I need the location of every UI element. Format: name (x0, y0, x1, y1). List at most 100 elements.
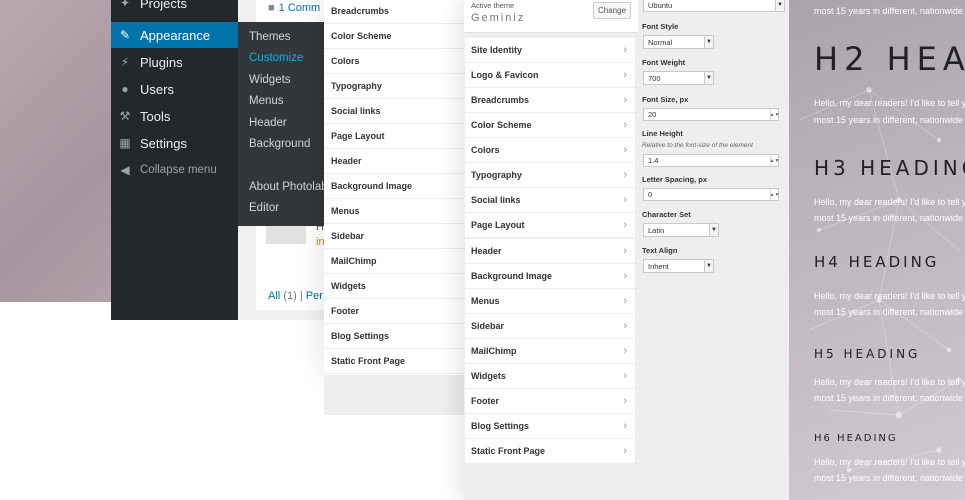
panel-a-section-item[interactable]: Blog Settings (324, 324, 466, 349)
panel-b-section-item[interactable]: Footer › (465, 388, 635, 413)
active-theme-name: Geminiz (471, 12, 526, 24)
comments-link[interactable]: ■ 1 Comm (268, 2, 320, 14)
comment-filter[interactable]: All (1) | Per (268, 290, 323, 302)
spinner-icon[interactable]: ▲▼ (770, 109, 779, 120)
spinner-icon[interactable]: ▲▼ (770, 189, 779, 200)
section-label: Colors (471, 145, 500, 156)
section-label: Background Image (471, 270, 553, 281)
panel-b-section-item[interactable]: Social links › (465, 188, 635, 213)
customizer-panel-a-footer (324, 375, 466, 415)
panel-b-section-item[interactable]: Breadcrumbs › (465, 88, 635, 113)
line-height-label: Line Height (642, 129, 683, 138)
preview-h3-heading: H3 HEADING (814, 156, 965, 180)
sidebar-item-tools[interactable]: ⚒ Tools (111, 103, 238, 129)
sidebar-item-projects[interactable]: ✦ Projects (111, 0, 238, 16)
sidebar-item-users[interactable]: ● Users (111, 76, 238, 102)
font-weight-label: Font Weight (642, 58, 686, 67)
text-align-select[interactable]: Inherit ▼ (643, 259, 714, 273)
panel-b-section-item[interactable]: Colors › (465, 138, 635, 163)
panel-a-section-item[interactable]: Color Scheme (324, 24, 466, 49)
preview-paragraph-line: Hello, my dear readers! I'd like to tell… (814, 457, 965, 467)
font-size-input[interactable]: 20 ▲▼ (643, 108, 779, 121)
section-label: Sidebar (471, 320, 505, 331)
panel-b-section-item[interactable]: Widgets › (465, 363, 635, 388)
font-style-select[interactable]: Normal ▼ (643, 35, 714, 49)
panel-a-section-item[interactable]: Widgets (324, 274, 466, 299)
preview-paragraph-line: most 15 years in different, nationwide f (814, 473, 965, 483)
line-height-input[interactable]: 1.4 ▲▼ (643, 154, 779, 167)
panel-a-section-item[interactable]: Sidebar (324, 224, 466, 249)
panel-b-section-item[interactable]: Menus › (465, 288, 635, 313)
submenu-background[interactable]: Background (249, 138, 310, 150)
preview-h4-heading: H4 HEADING (814, 253, 940, 271)
panel-a-section-item[interactable]: Breadcrumbs (324, 0, 466, 24)
chevron-down-icon: ▼ (775, 0, 784, 11)
panel-b-section-item[interactable]: Background Image › (465, 263, 635, 288)
submenu-customize[interactable]: Customize (249, 52, 303, 64)
panel-b-section-item[interactable]: MailChimp › (465, 338, 635, 363)
panel-a-section-item[interactable]: Page Layout (324, 124, 466, 149)
panel-b-section-item[interactable]: Logo & Favicon › (465, 63, 635, 88)
submenu-header[interactable]: Header (249, 117, 287, 129)
panel-b-section-item[interactable]: Typography › (465, 163, 635, 188)
section-label: Static Front Page (471, 446, 546, 457)
chevron-down-icon: ▼ (704, 260, 713, 272)
section-label: Breadcrumbs (471, 95, 530, 106)
collapse-menu-button[interactable]: ◀ Collapse menu (111, 157, 238, 183)
preview-paragraph-line: Hello, my dear readers! I'd like to tell… (814, 377, 965, 387)
spinner-icon[interactable]: ▲▼ (770, 155, 779, 166)
panel-a-section-item[interactable]: Social links (324, 99, 466, 124)
letter-spacing-input[interactable]: 0 ▲▼ (643, 188, 779, 201)
chevron-right-icon: › (623, 319, 627, 332)
submenu-widgets[interactable]: Widgets (249, 74, 291, 86)
submenu-menus[interactable]: Menus (249, 95, 284, 107)
chevron-right-icon: › (623, 445, 627, 458)
chevron-right-icon: › (623, 194, 627, 207)
collapse-arrow-icon: ◀ (120, 163, 130, 177)
panel-b-section-item[interactable]: Site Identity › (465, 38, 635, 62)
font-weight-select[interactable]: 700 ▼ (643, 71, 714, 85)
panel-a-section-item[interactable]: MailChimp (324, 249, 466, 274)
panel-b-section-item[interactable]: Page Layout › (465, 213, 635, 238)
panel-b-section-item[interactable]: Blog Settings › (465, 414, 635, 439)
preview-paragraph-line: most 15 years in different, nationwide f (814, 115, 965, 125)
panel-a-section-item[interactable]: Typography (324, 74, 466, 99)
chevron-right-icon: › (623, 94, 627, 107)
preview-paragraph-line: most 15 years in different, nationwide f (814, 393, 965, 403)
chevron-right-icon: › (623, 144, 627, 157)
sidebar-item-settings[interactable]: ▦ Settings (111, 130, 238, 156)
filter-pending[interactable]: Per (306, 290, 323, 302)
active-theme-label: Active theme (471, 1, 515, 10)
panel-b-section-item[interactable]: Header › (465, 238, 635, 263)
preview-paragraph-line: most 15 years in different, nationwide f (814, 307, 965, 317)
panel-b-section-item[interactable]: Sidebar › (465, 313, 635, 338)
section-label: Typography (471, 170, 522, 181)
character-set-select[interactable]: Latin ▼ (643, 223, 719, 237)
submenu-editor[interactable]: Editor (249, 202, 279, 214)
chevron-right-icon: › (623, 394, 627, 407)
wrench-icon: ⚒ (119, 109, 131, 123)
panel-a-section-item[interactable]: Menus (324, 199, 466, 224)
panel-b-section-item[interactable]: Static Front Page › (465, 439, 635, 464)
filter-all[interactable]: All (268, 290, 280, 302)
section-label: Page Layout (471, 220, 525, 231)
sidebar-item-appearance[interactable]: ✎ Appearance (111, 22, 238, 48)
submenu-themes[interactable]: Themes (249, 31, 291, 43)
chevron-right-icon: › (623, 169, 627, 182)
chevron-down-icon: ▼ (709, 224, 718, 236)
preview-h6-heading: H6 HEADING (814, 433, 898, 444)
wp-admin-sidebar: ✦ Projects ✎ Appearance ⚡ Plugins ● Users ⚒ T… (111, 0, 238, 320)
section-label: Logo & Favicon (471, 70, 539, 81)
font-family-select[interactable]: Ubuntu ▼ (643, 0, 785, 12)
submenu-about-theme[interactable]: About Photolab (249, 181, 328, 193)
preview-paragraph-line: Hello, my dear readers! I'd like to tell… (814, 197, 965, 207)
panel-a-section-item[interactable]: Static Front Page (324, 349, 466, 374)
panel-a-section-item[interactable]: Colors (324, 49, 466, 74)
change-theme-button[interactable]: Change (593, 2, 631, 19)
panel-a-section-item[interactable]: Header (324, 149, 466, 174)
sidebar-item-plugins[interactable]: ⚡ Plugins (111, 49, 238, 75)
panel-b-section-item[interactable]: Color Scheme › (465, 113, 635, 138)
section-label: Site Identity (471, 45, 523, 55)
panel-a-section-item[interactable]: Footer (324, 299, 466, 324)
panel-a-section-item[interactable]: Background Image (324, 174, 466, 199)
